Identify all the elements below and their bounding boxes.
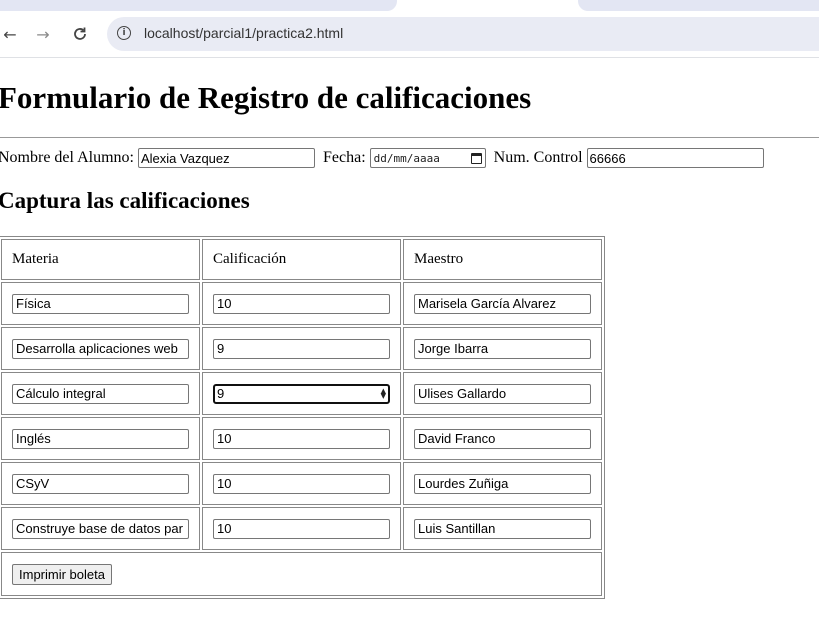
materia-input[interactable]: Inglés bbox=[12, 428, 189, 449]
url-text[interactable]: localhost/parcial1/practica2.html bbox=[144, 25, 343, 41]
date-label: Fecha: bbox=[322, 149, 366, 166]
table-row: Inglés 10 David Franco bbox=[1, 417, 602, 460]
date-placeholder: dd/mm/aaaa bbox=[373, 151, 440, 165]
student-name-label: Nombre del Alumno: bbox=[0, 149, 134, 166]
student-name-input[interactable] bbox=[137, 148, 315, 168]
calificacion-input[interactable]: 10 bbox=[213, 428, 390, 449]
reload-icon[interactable] bbox=[67, 21, 93, 47]
calificacion-input[interactable]: 10 bbox=[213, 518, 390, 539]
materia-input[interactable]: CSyV bbox=[12, 473, 189, 494]
control-number-label: Num. Control bbox=[493, 149, 583, 166]
calificacion-input-focused[interactable]: 9 ▲ ▼ bbox=[213, 383, 390, 404]
calificacion-input[interactable]: 10 bbox=[213, 473, 390, 494]
table-footer-row: Imprimir boleta bbox=[1, 552, 602, 596]
table-row: CSyV 10 Lourdes Zuñiga bbox=[1, 462, 602, 505]
divider bbox=[0, 137, 819, 138]
header-materia: Materia bbox=[1, 239, 200, 280]
header-maestro: Maestro bbox=[403, 239, 602, 280]
maestro-input[interactable]: Ulises Gallardo bbox=[414, 383, 591, 404]
materia-input[interactable]: Construye base de datos par bbox=[12, 518, 189, 539]
inactive-tab-left[interactable] bbox=[0, 0, 397, 11]
maestro-input[interactable]: Marisela García Alvarez bbox=[414, 293, 591, 314]
grades-table: Materia Calificación Maestro Física 10 M… bbox=[0, 236, 605, 599]
calificacion-input[interactable]: 10 bbox=[213, 293, 390, 314]
header-calificacion: Calificación bbox=[202, 239, 401, 280]
browser-toolbar: ← → i localhost/parcial1/practica2.html bbox=[0, 12, 819, 58]
calificacion-input[interactable]: 9 bbox=[213, 338, 390, 359]
table-header-row: Materia Calificación Maestro bbox=[1, 239, 602, 280]
calendar-icon[interactable] bbox=[470, 152, 482, 164]
materia-input[interactable]: Cálculo integral bbox=[12, 383, 189, 404]
spinner-icon[interactable]: ▲ ▼ bbox=[381, 387, 386, 399]
maestro-input[interactable]: Jorge Ibarra bbox=[414, 338, 591, 359]
maestro-input[interactable]: Lourdes Zuñiga bbox=[414, 473, 591, 494]
site-info-icon[interactable]: i bbox=[117, 26, 131, 40]
control-number-input[interactable] bbox=[586, 148, 764, 168]
inactive-tab-right[interactable] bbox=[578, 0, 819, 11]
materia-input[interactable]: Desarrolla aplicaciones web bbox=[12, 338, 189, 359]
back-arrow-icon[interactable]: ← bbox=[0, 21, 23, 47]
table-row: Física 10 Marisela García Alvarez bbox=[1, 282, 602, 325]
table-row: Desarrolla aplicaciones web 9 Jorge Ibar… bbox=[1, 327, 602, 370]
student-info-row: Nombre del Alumno: Fecha: dd/mm/aaaa Num… bbox=[0, 148, 764, 168]
maestro-input[interactable]: David Franco bbox=[414, 428, 591, 449]
table-row: Cálculo integral 9 ▲ ▼ Ulises Gallardo bbox=[1, 372, 602, 415]
date-input[interactable]: dd/mm/aaaa bbox=[369, 148, 486, 168]
table-row: Construye base de datos par 10 Luis Sant… bbox=[1, 507, 602, 550]
page-title: Formulario de Registro de calificaciones bbox=[0, 80, 532, 115]
tab-strip bbox=[0, 0, 819, 12]
address-bar[interactable]: i localhost/parcial1/practica2.html bbox=[107, 17, 819, 51]
print-button[interactable]: Imprimir boleta bbox=[12, 563, 112, 585]
forward-arrow-icon[interactable]: → bbox=[30, 21, 56, 47]
section-subtitle: Captura las calificaciones bbox=[0, 188, 250, 213]
maestro-input[interactable]: Luis Santillan bbox=[414, 518, 591, 539]
materia-input[interactable]: Física bbox=[12, 293, 189, 314]
